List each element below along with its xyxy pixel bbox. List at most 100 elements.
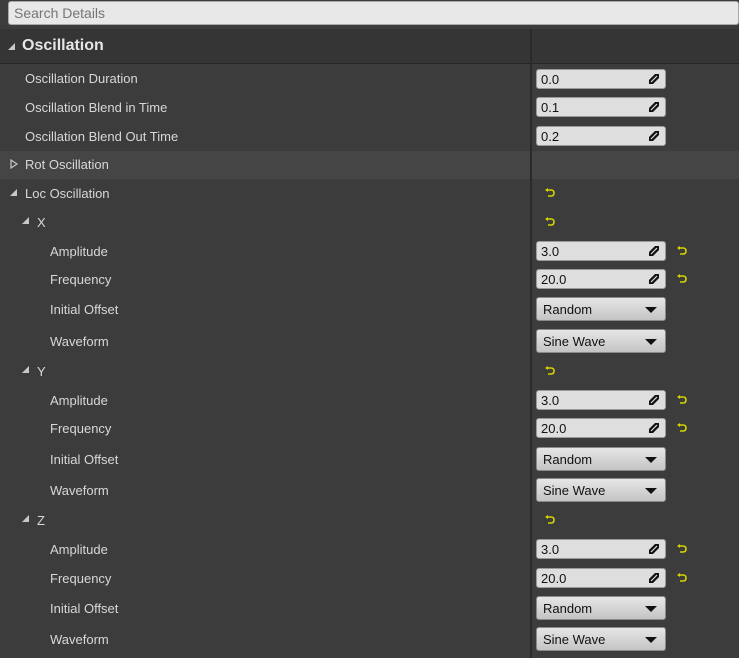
drag-handle-icon[interactable] [649, 246, 659, 256]
property-label: Amplitude [50, 542, 108, 557]
property-label: Waveform [50, 483, 109, 498]
frequency-input[interactable]: 20.0 [536, 418, 666, 438]
category-title: Oscillation [22, 37, 104, 54]
property-label: Oscillation Blend in Time [25, 100, 168, 115]
collapse-arrow-icon[interactable] [8, 43, 15, 50]
property-row-waveform: Waveform Sine Wave [0, 475, 739, 507]
field-value: 0.1 [541, 100, 560, 115]
reset-to-default-icon[interactable] [677, 423, 687, 433]
chevron-down-icon [645, 606, 657, 612]
reset-to-default-icon[interactable] [677, 395, 687, 405]
chevron-down-icon [645, 637, 657, 643]
dropdown-value: Random [543, 302, 593, 317]
waveform-dropdown[interactable]: Sine Wave [536, 329, 666, 353]
property-row-initial-offset: Initial Offset Random [0, 444, 739, 475]
property-row-blend-out: Oscillation Blend Out Time 0.2 [0, 122, 739, 151]
expand-arrow-icon[interactable] [10, 159, 18, 169]
reset-to-default-icon[interactable] [677, 544, 687, 554]
category-header-oscillation[interactable]: Oscillation [0, 29, 739, 64]
property-row-rot-oscillation[interactable]: Rot Oscillation [0, 151, 739, 179]
property-row-frequency: Frequency 20.0 [0, 414, 739, 444]
property-label: Initial Offset [50, 452, 119, 467]
property-label: Rot Oscillation [25, 157, 109, 172]
property-label: Frequency [50, 421, 112, 436]
axis-header-y[interactable]: Y [0, 358, 739, 386]
initial-offset-dropdown[interactable]: Random [536, 297, 666, 321]
drag-handle-icon[interactable] [649, 423, 659, 433]
drag-handle-icon[interactable] [649, 102, 659, 112]
waveform-dropdown[interactable]: Sine Wave [536, 627, 666, 651]
reset-to-default-icon[interactable] [545, 366, 555, 376]
reset-to-default-icon[interactable] [545, 188, 555, 198]
initial-offset-dropdown[interactable]: Random [536, 596, 666, 620]
property-row-loc-oscillation[interactable]: Loc Oscillation [0, 179, 739, 208]
reset-to-default-icon[interactable] [677, 573, 687, 583]
initial-offset-dropdown[interactable]: Random [536, 447, 666, 471]
search-input[interactable] [8, 1, 739, 25]
dropdown-value: Sine Wave [543, 632, 606, 647]
amplitude-input[interactable]: 3.0 [536, 539, 666, 559]
blend-in-input[interactable]: 0.1 [536, 97, 666, 117]
axis-label: Z [37, 513, 45, 528]
property-row-waveform: Waveform Sine Wave [0, 325, 739, 358]
axis-label: Y [37, 364, 46, 379]
dropdown-value: Random [543, 452, 593, 467]
chevron-down-icon [645, 457, 657, 463]
property-label: Waveform [50, 334, 109, 349]
axis-header-z[interactable]: Z [0, 507, 739, 535]
property-label: Waveform [50, 632, 109, 647]
chevron-down-icon [645, 307, 657, 313]
property-label: Initial Offset [50, 302, 119, 317]
field-value: 20.0 [541, 272, 567, 287]
frequency-input[interactable]: 20.0 [536, 568, 666, 588]
field-value: 3.0 [541, 393, 560, 408]
reset-to-default-icon[interactable] [677, 274, 687, 284]
property-row-waveform: Waveform Sine Wave [0, 624, 739, 656]
property-row-frequency: Frequency 20.0 [0, 564, 739, 593]
chevron-down-icon [645, 339, 657, 345]
collapse-arrow-icon[interactable] [22, 515, 29, 522]
amplitude-input[interactable]: 3.0 [536, 390, 666, 410]
property-label: Loc Oscillation [25, 186, 110, 201]
field-value: 20.0 [541, 421, 567, 436]
axis-header-x[interactable]: X [0, 208, 739, 237]
reset-to-default-icon[interactable] [545, 515, 555, 525]
drag-handle-icon[interactable] [649, 274, 659, 284]
property-label: Frequency [50, 571, 112, 586]
property-label: Amplitude [50, 244, 108, 259]
field-value: 0.0 [541, 72, 560, 87]
drag-handle-icon[interactable] [649, 573, 659, 583]
duration-input[interactable]: 0.0 [536, 69, 666, 89]
property-row-blend-in: Oscillation Blend in Time 0.1 [0, 93, 739, 122]
property-row-amplitude: Amplitude 3.0 [0, 386, 739, 414]
drag-handle-icon[interactable] [649, 544, 659, 554]
collapse-arrow-icon[interactable] [10, 189, 17, 196]
property-label: Initial Offset [50, 601, 119, 616]
field-value: 20.0 [541, 571, 567, 586]
property-row-frequency: Frequency 20.0 [0, 265, 739, 294]
field-value: 3.0 [541, 542, 560, 557]
reset-to-default-icon[interactable] [677, 246, 687, 256]
amplitude-input[interactable]: 3.0 [536, 241, 666, 261]
reset-to-default-icon[interactable] [545, 217, 555, 227]
chevron-down-icon [645, 488, 657, 494]
drag-handle-icon[interactable] [649, 395, 659, 405]
collapse-arrow-icon[interactable] [22, 366, 29, 373]
property-row-initial-offset: Initial Offset Random [0, 593, 739, 624]
collapse-arrow-icon[interactable] [22, 217, 29, 224]
blend-out-input[interactable]: 0.2 [536, 126, 666, 146]
field-value: 3.0 [541, 244, 560, 259]
dropdown-value: Sine Wave [543, 334, 606, 349]
drag-handle-icon[interactable] [649, 74, 659, 84]
dropdown-value: Sine Wave [543, 483, 606, 498]
field-value: 0.2 [541, 129, 560, 144]
drag-handle-icon[interactable] [649, 131, 659, 141]
axis-label: X [37, 215, 46, 230]
property-row-duration: Oscillation Duration 0.0 [0, 64, 739, 93]
frequency-input[interactable]: 20.0 [536, 269, 666, 289]
waveform-dropdown[interactable]: Sine Wave [536, 478, 666, 502]
property-label: Amplitude [50, 393, 108, 408]
property-row-amplitude: Amplitude 3.0 [0, 237, 739, 265]
column-splitter[interactable] [530, 29, 532, 658]
property-row-amplitude: Amplitude 3.0 [0, 535, 739, 564]
